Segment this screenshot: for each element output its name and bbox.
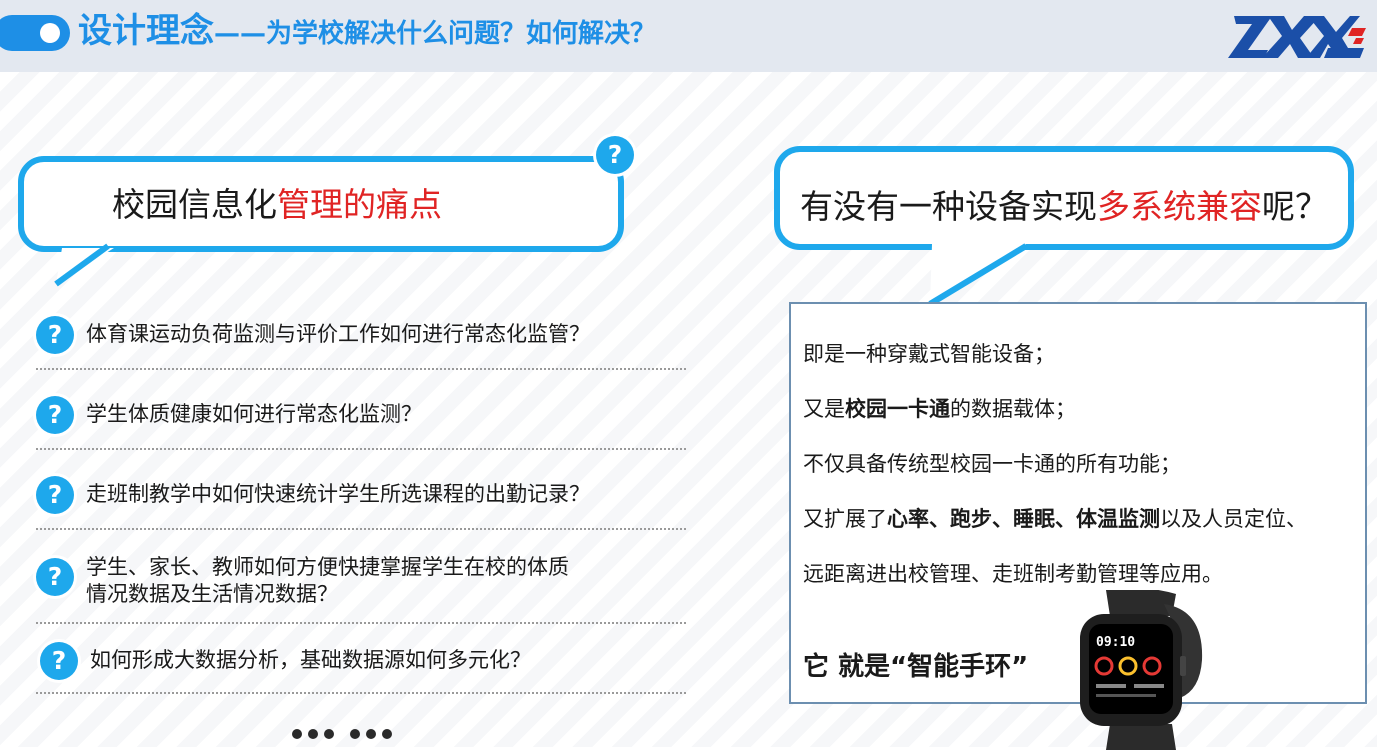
question-text: 如何形成大数据分析，基础数据源如何多元化？ — [90, 648, 531, 672]
header-pill-dot — [40, 23, 60, 43]
dotted-divider — [36, 448, 686, 450]
bubble-tail — [54, 243, 114, 287]
info-text: 的数据载体； — [950, 397, 1076, 421]
compatibility-title-highlight: 多系统兼容 — [1097, 187, 1262, 226]
dotted-divider — [36, 692, 686, 694]
list-item: ? 学生体质健康如何进行常态化监测？ — [36, 396, 686, 450]
list-item: ? 如何形成大数据分析，基础数据源如何多元化？ — [36, 642, 686, 696]
page-title-sub: ——为学校解决什么问题？如何解决？ — [214, 19, 657, 49]
question-text: 学生、家长、教师如何方便快捷掌握学生在校的体质 情况数据及生活情况数据？ — [86, 554, 569, 608]
zkkl-logo — [1228, 16, 1366, 58]
dotted-divider — [36, 528, 686, 530]
question-text: 学生体质健康如何进行常态化监测？ — [86, 402, 422, 426]
smart-band-answer: 它 就是“智能手环” — [803, 652, 1029, 682]
question-mark-icon: ? — [36, 476, 74, 514]
list-item: ? 走班制教学中如何快速统计学生所选课程的出勤记录？ — [36, 476, 686, 530]
info-text: 以及人员定位、 — [1160, 507, 1307, 531]
question-mark-icon: ? — [36, 558, 74, 596]
question-text: 体育课运动负荷监测与评价工作如何进行常态化监管？ — [86, 322, 590, 346]
list-item: ? 体育课运动负荷监测与评价工作如何进行常态化监管？ — [36, 316, 686, 370]
info-text: 又是 — [803, 397, 845, 421]
question-text-line2: 情况数据及生活情况数据？ — [86, 582, 338, 606]
compatibility-title: 有没有一种设备实现多系统兼容呢？ — [800, 180, 1328, 228]
list-item: ? 学生、家长、教师如何方便快捷掌握学生在校的体质 情况数据及生活情况数据？ — [36, 554, 686, 624]
info-bold: 心率、跑步、睡眠、体温监测 — [887, 507, 1160, 531]
question-mark-icon: ? — [596, 136, 634, 174]
question-text: 走班制教学中如何快速统计学生所选课程的出勤记录？ — [86, 482, 590, 506]
compatibility-title-end: 呢？ — [1262, 187, 1328, 226]
info-line: 即是一种穿戴式智能设备； — [803, 342, 1055, 366]
pain-points-title-highlight: 管理的痛点 — [277, 185, 442, 224]
question-mark-icon: ? — [36, 316, 74, 354]
more-dots — [292, 724, 398, 743]
info-line: 不仅具备传统型校园一卡通的所有功能； — [803, 452, 1181, 476]
pain-points-title: 校园信息化管理的痛点 — [112, 178, 442, 226]
info-bold: 校园一卡通 — [845, 397, 950, 421]
info-line: 远距离进出校管理、走班制考勤管理等应用。 — [803, 562, 1223, 586]
question-text-line1: 学生、家长、教师如何方便快捷掌握学生在校的体质 — [86, 555, 569, 579]
dotted-divider — [36, 368, 686, 370]
page-title-main: 设计理念 — [78, 11, 214, 51]
question-mark-icon: ? — [36, 396, 74, 434]
question-mark-icon: ? — [40, 642, 78, 680]
watch-time: 09:10 — [1096, 635, 1135, 650]
compatibility-title-plain: 有没有一种设备实现 — [800, 187, 1097, 226]
bubble-tail — [928, 243, 1028, 307]
smart-watch-image: 09:10 — [1080, 590, 1203, 750]
page-title: 设计理念——为学校解决什么问题？如何解决？ — [78, 14, 656, 48]
info-line: 又扩展了心率、跑步、睡眠、体温监测以及人员定位、 — [803, 503, 1307, 533]
dotted-divider — [36, 622, 686, 624]
info-line: 又是校园一卡通的数据载体； — [803, 393, 1076, 423]
info-text: 又扩展了 — [803, 507, 887, 531]
header-pill-decoration — [0, 15, 70, 51]
pain-points-title-plain: 校园信息化 — [112, 185, 277, 224]
